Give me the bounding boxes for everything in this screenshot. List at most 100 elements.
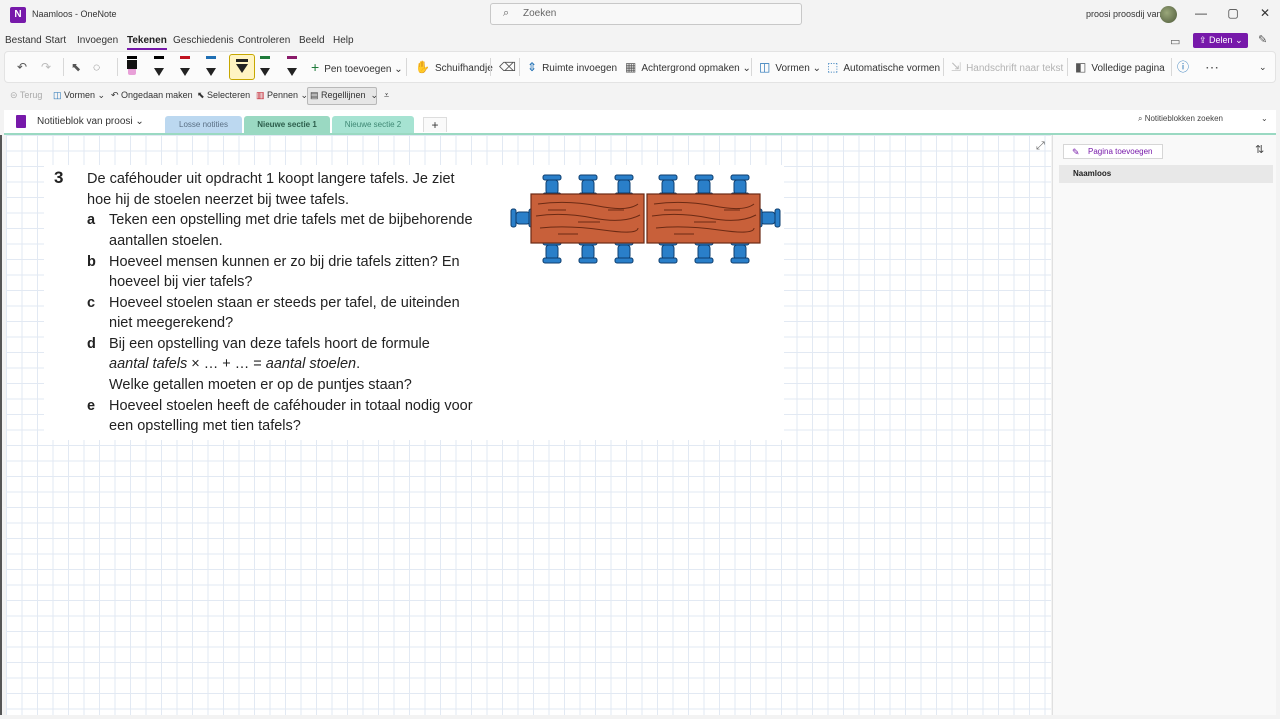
pens-quick-icon: ▥ (256, 90, 268, 100)
letter-c: c (87, 295, 96, 311)
insert-space-label: Ruimte invoegen (542, 63, 618, 74)
add-page-button[interactable]: ✎ Pagina toevoegen (1063, 144, 1163, 159)
pen-add-label: Pen toevoegen (324, 64, 392, 75)
pen-2-icon[interactable] (152, 56, 166, 78)
letter-d: d (87, 336, 96, 352)
undo-quick-label: Ongedaan maken (121, 90, 193, 100)
letter-a: a (87, 212, 96, 228)
menu-tekenen[interactable]: Tekenen (127, 35, 167, 50)
intro-line-1: De caféhouder uit opdracht 1 koopt lange… (87, 171, 455, 187)
hand-icon: ✋ (415, 60, 430, 74)
notebook-icon (16, 115, 26, 128)
tab-losse-notities[interactable]: Losse notities (165, 116, 242, 133)
notebook-view-icon[interactable]: ▭ (1170, 35, 1180, 48)
b-line-1: Hoeveel mensen kunnen er zo bij drie taf… (109, 254, 460, 270)
shapes-quick-icon: ◫ (53, 90, 65, 100)
menu-beeld[interactable]: Beeld (299, 35, 325, 46)
insert-space-button[interactable]: ⇕ Ruimte invoegen (527, 52, 617, 82)
avatar[interactable] (1160, 6, 1177, 23)
menu-start[interactable]: Start (45, 35, 66, 46)
expand-icon[interactable]: ⤢ (1036, 140, 1045, 153)
back-icon: ⊝ (10, 90, 20, 100)
menu-bar: Bestand Start Invoegen Tekenen Geschiede… (0, 30, 1280, 50)
add-section-button[interactable]: + (423, 117, 447, 132)
help-icon[interactable]: ⓘ (1177, 52, 1194, 82)
pen-5-selected[interactable] (229, 54, 255, 80)
plus-icon: + (311, 59, 320, 75)
rules-quick-content: ▤ Regellijnen ⌄ (310, 90, 379, 100)
select-quick-button[interactable]: ⬉ Selecteren (197, 90, 250, 101)
auto-shapes-button[interactable]: ⬚ Automatische vormen (827, 52, 940, 82)
intro-line-2: hoe hij de stoelen neerzet bij twee tafe… (87, 192, 349, 208)
tab-nieuwe-sectie-1[interactable]: Nieuwe sectie 1 (244, 116, 330, 133)
formula-part-b: aantal stoelen (265, 356, 357, 372)
tab-nieuwe-sectie-2[interactable]: Nieuwe sectie 2 (332, 116, 414, 133)
select-arrow-icon[interactable]: ⬉ (71, 52, 86, 82)
d-line-1: Bij een opstelling van deze tafels hoort… (109, 336, 430, 352)
ribbon-collapse-icon[interactable]: ⌄ (1259, 52, 1267, 82)
user-name[interactable]: proosi proosdij van (1086, 9, 1162, 19)
pens-quick-button[interactable]: ▥ Pennen ⌄ (256, 90, 308, 101)
question-number: 3 (54, 168, 64, 187)
e-line-2: een opstelling met tien tafels? (109, 418, 301, 434)
section-bar: Notitieblok van proosi ⌄ Losse notities … (4, 110, 1276, 134)
insert-space-icon: ⇕ (527, 60, 538, 74)
customize-toolbar-icon[interactable]: ⩡ (384, 90, 389, 101)
title-bar: N Naamloos - OneNote ⌕ Zoeken proosi pro… (0, 0, 1280, 30)
background-format-button[interactable]: ▦ Achtergrond opmaken ⌄ (625, 52, 751, 82)
pen-6-icon[interactable] (258, 56, 272, 78)
more-icon[interactable]: ⋯ (1205, 52, 1224, 82)
redo-icon[interactable]: ↷ (41, 52, 56, 82)
background-label: Achtergrond opmaken (641, 63, 740, 74)
tables-illustration (510, 174, 781, 264)
share-button[interactable]: ⇪ Delen ⌄ (1193, 33, 1248, 48)
maximize-button[interactable]: ▢ (1223, 6, 1243, 20)
full-page-button[interactable]: ◧ Volledige pagina (1075, 52, 1165, 82)
shapes-quick-label: Vormen (64, 90, 96, 100)
search-input[interactable]: ⌕ Zoeken (490, 3, 802, 25)
formula-mid: × … + … = (187, 356, 266, 372)
ink-to-text-label: Handschrift naar tekst (966, 63, 1064, 74)
sort-icon[interactable]: ⇅ (1255, 143, 1264, 156)
letter-e: e (87, 398, 96, 414)
minimize-button[interactable]: — (1191, 6, 1211, 20)
close-button[interactable]: ✕ (1255, 6, 1275, 20)
page-list-item[interactable]: Naamloos (1059, 165, 1273, 183)
share-label: Delen (1209, 35, 1233, 45)
c-line-2: niet meegerekend? (109, 315, 234, 331)
shapes-button[interactable]: ◫ Vormen ⌄ (759, 52, 821, 82)
notebook-selector[interactable]: Notitieblok van proosi ⌄ (37, 116, 144, 127)
undo-icon[interactable]: ↶ (17, 52, 32, 82)
pen-add-button[interactable]: + Pen toevoegen ⌄ (311, 52, 403, 82)
ink-to-text-icon: ⇲ (951, 60, 962, 74)
pen-7-icon[interactable] (285, 56, 299, 78)
add-page-label: Pagina toevoegen (1088, 147, 1153, 156)
menu-bestand[interactable]: Bestand (5, 35, 42, 46)
auto-shapes-label: Automatische vormen (843, 63, 941, 74)
hand-button[interactable]: ✋ Schuifhandje (415, 52, 493, 82)
table-icon (646, 193, 761, 244)
ink-to-text-button[interactable]: ⇲ Handschrift naar tekst (951, 52, 1063, 82)
lasso-icon[interactable]: ◌ (93, 52, 105, 82)
shapes-quick-button[interactable]: ◫ Vormen ⌄ (53, 90, 105, 101)
pen-3-icon[interactable] (178, 56, 192, 78)
back-button[interactable]: ⊝ Terug (10, 90, 42, 101)
eraser-icon[interactable]: ⌫ (499, 52, 521, 82)
menu-invoegen[interactable]: Invoegen (77, 35, 118, 46)
c-line-1: Hoeveel stoelen staan er steeds per tafe… (109, 295, 460, 311)
window-edge (0, 135, 2, 715)
menu-geschiedenis[interactable]: Geschiedenis (173, 35, 234, 46)
pen-1-icon[interactable] (125, 56, 139, 78)
a-line-2: aantallen stoelen. (109, 233, 223, 249)
pen-4-icon[interactable] (204, 56, 218, 78)
a-line-1: Teken een opstelling met drie tafels met… (109, 212, 473, 228)
menu-help[interactable]: Help (333, 35, 354, 46)
shapes-label: Vormen (775, 63, 810, 74)
notebook-search[interactable]: ⌕ Notitieblokken zoeken ⌄ (1138, 114, 1268, 124)
undo-quick-button[interactable]: ↶ Ongedaan maken (111, 90, 193, 101)
comments-icon[interactable]: ✎ (1258, 33, 1267, 46)
b-line-2: hoeveel bij vier tafels? (109, 274, 253, 290)
ribbon: ↶ ↷ ⬉ ◌ + Pen toevoegen ⌄ ✋ Schuifhandje ⌫… (4, 51, 1276, 83)
menu-controleren[interactable]: Controleren (238, 35, 290, 46)
notebook-search-label: Notitieblokken zoeken (1144, 114, 1223, 123)
